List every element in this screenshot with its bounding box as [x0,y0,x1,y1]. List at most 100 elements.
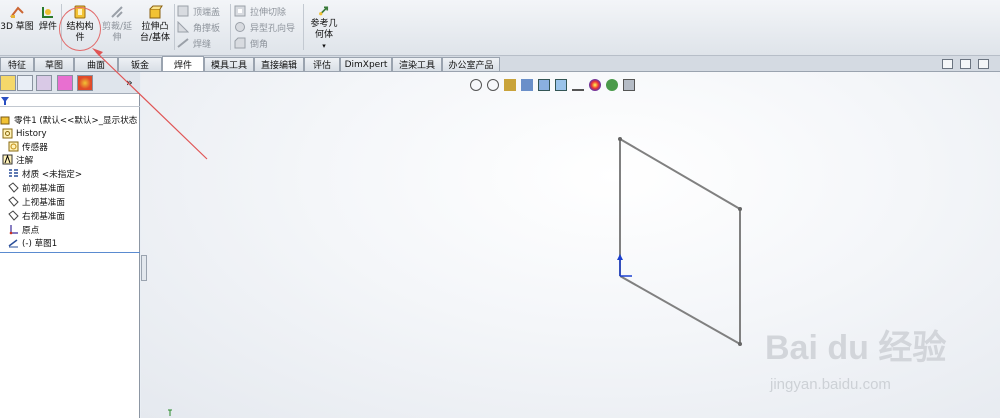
tab-weldments[interactable]: 焊件 [162,56,204,71]
extruded-boss-icon [149,5,163,19]
extruded-cut-button[interactable]: 拉伸切除 [234,3,286,19]
zoom-to-area-icon[interactable] [487,79,499,91]
section-view-icon[interactable] [521,79,533,91]
tab-sheet-metal[interactable]: 钣金 [118,57,162,71]
tab-label: DimXpert [344,59,388,70]
tree-item-sensors[interactable]: 传感器 [8,140,48,153]
annotations-icon [2,154,13,165]
chevron-down-icon[interactable]: ▾ [322,41,326,52]
weldment-button[interactable]: 焊件 [36,4,60,52]
tree-item-front-plane[interactable]: 前视基准面 [8,181,65,194]
tree-item-label: 注解 [16,155,34,166]
extruded-boss-label-2: 台/基体 [139,33,171,43]
tab-label: 焊件 [173,60,192,71]
hole-wizard-icon [235,22,245,32]
tab-dimxpert[interactable]: DimXpert [340,57,392,71]
weldment-icon [42,7,53,18]
tab-evaluate[interactable]: 评估 [304,57,340,71]
plane-icon [8,182,19,193]
extruded-boss-button[interactable]: 拉伸凸 台/基体 [137,4,173,52]
tab-label: 钣金 [130,61,149,71]
edit-appearance-icon[interactable] [589,79,601,91]
plane-icon [8,196,19,207]
watermark-logo-text: Bai du 经验 [765,329,947,367]
tree-item-label: 材质 <未指定> [22,169,83,180]
maximize-icon[interactable] [978,59,989,69]
gusset-icon [177,21,189,33]
tile-icon[interactable] [960,59,971,69]
tree-item-top-plane[interactable]: 上视基准面 [8,195,65,208]
tab-office-products[interactable]: 办公室产品 [442,57,500,71]
tree-item-right-plane[interactable]: 右视基准面 [8,209,65,222]
dimxpert-manager-tab-icon[interactable] [57,75,73,91]
heads-up-view-toolbar [470,78,640,92]
panel-splitter-handle[interactable] [141,255,147,281]
display-manager-tab-icon[interactable] [77,75,93,91]
apply-scene-icon[interactable] [606,79,618,91]
tree-item-annotations[interactable]: 注解 [2,153,33,166]
tree-item-material[interactable]: 材质 <未指定> [8,167,82,180]
3d-sketch-button[interactable]: 3D 草图 [0,4,34,52]
part-icon [0,116,10,125]
manager-tabs: » [0,72,140,94]
featuremanager-tab-icon[interactable] [0,75,16,91]
zoom-to-fit-icon[interactable] [470,79,482,91]
tab-label: 草图 [44,61,63,71]
tree-item-label: 前视基准面 [22,183,65,194]
3d-sketch-label: 3D 草图 [0,22,34,32]
configurationmanager-tab-icon[interactable] [36,75,52,91]
tree-item-label: 右视基准面 [22,211,65,222]
sensor-icon [8,141,19,152]
tree-item-origin[interactable]: 原点 [8,223,39,236]
gusset-button[interactable]: 角撑板 [177,19,220,35]
weld-bead-icon [177,38,189,48]
reference-geometry-icon [319,6,329,16]
3d-sketch-icon [10,6,24,18]
tree-root-part[interactable]: 零件1 (默认<<默认>_显示状态 [0,113,137,126]
tree-item-history[interactable]: History [2,127,47,140]
toolbar-separator [230,4,231,50]
trim-extend-label-2: 伸 [112,33,122,43]
trim-extend-button[interactable]: 剪裁/延 伸 [99,4,135,52]
previous-view-icon[interactable] [504,79,516,91]
tab-surfaces[interactable]: 曲面 [74,57,118,71]
chamfer-button[interactable]: 倒角 [234,35,268,51]
hole-wizard-button[interactable]: 异型孔向导 [234,19,295,35]
view-orientation-icon[interactable] [538,79,550,91]
tab-features[interactable]: 特征 [0,57,34,71]
hole-wizard-label: 异型孔向导 [250,23,296,34]
end-cap-button[interactable]: 顶端盖 [177,3,220,19]
view-settings-icon[interactable] [623,79,635,91]
restore-icon[interactable] [942,59,953,69]
extruded-cut-label: 拉伸切除 [250,7,287,18]
tab-label: 模具工具 [210,61,247,71]
chamfer-icon [234,37,246,49]
expand-panel-icon[interactable]: » [126,76,133,89]
tab-label: 评估 [312,61,331,71]
tree-item-sketch1[interactable]: (-) 草图1 [8,236,57,249]
tab-mold-tools[interactable]: 模具工具 [204,57,254,71]
command-manager-toolbar: 3D 草图 焊件 结构构 件 剪裁/延 伸 拉伸凸 台/基体 顶端盖 角撑板 焊… [0,0,1000,56]
trim-extend-label-1: 剪裁/延 [101,22,133,32]
panel-divider [0,252,140,253]
tab-direct-editing[interactable]: 直接编辑 [254,57,304,71]
weld-bead-button[interactable]: 焊缝 [177,35,211,51]
end-cap-label: 顶端盖 [193,7,221,18]
tab-render-tools[interactable]: 渲染工具 [392,57,442,71]
gusset-label: 角撑板 [193,23,221,34]
feature-manager-panel: » 零件1 (默认<<默认>_显示状态 History 传感器 注解 材质 <未… [0,72,140,418]
material-icon [9,169,18,177]
origin-icon [9,225,18,235]
display-style-icon[interactable] [555,79,567,91]
propertymanager-tab-icon[interactable] [17,75,33,91]
tab-label: 渲染工具 [398,61,435,71]
watermark-url: jingyan.baidu.com [770,376,891,393]
tree-filter[interactable] [0,95,140,107]
extruded-cut-icon [234,5,246,17]
reference-geometry-button[interactable]: 参考几 何体 ▾ [306,4,342,52]
tab-label: 办公室产品 [448,61,494,71]
hide-show-items-icon[interactable] [572,79,584,91]
tab-label: 曲面 [86,61,105,71]
tab-sketch[interactable]: 草图 [34,57,74,71]
tree-item-label: 传感器 [22,142,48,153]
